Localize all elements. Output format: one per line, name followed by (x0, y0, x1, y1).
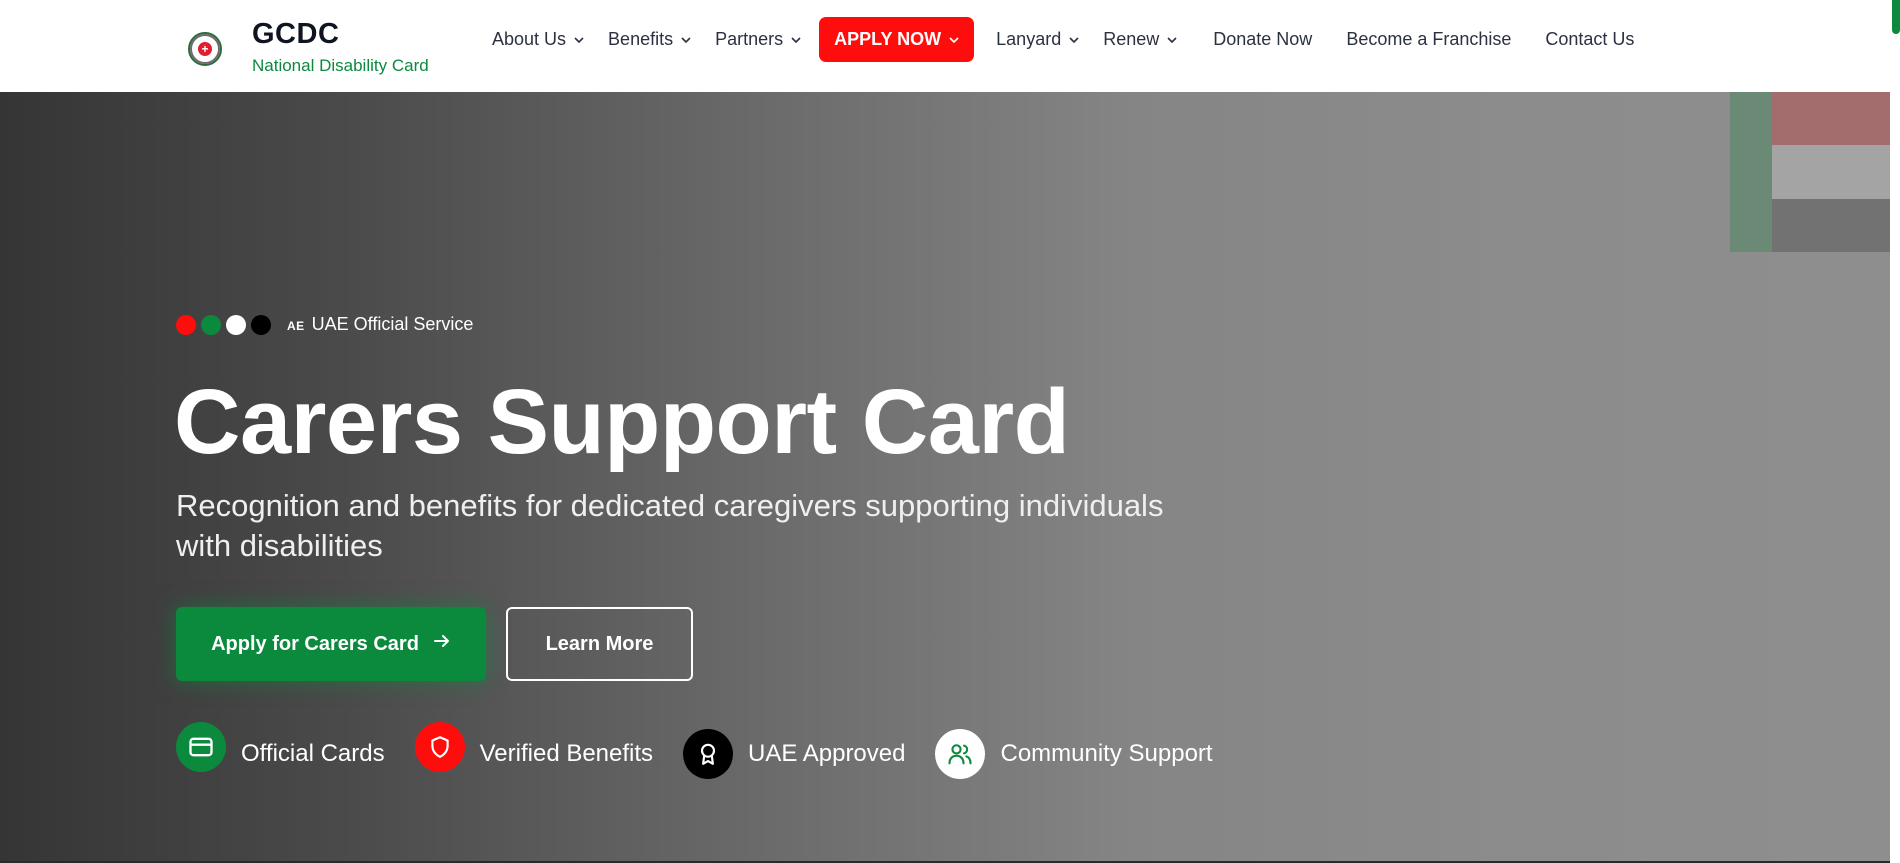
feature-label: Verified Benefits (479, 740, 654, 767)
hero-section: AE UAE Official Service Carers Support C… (0, 92, 1890, 863)
arrow-right-icon (433, 632, 451, 656)
uae-flag-code: AE (287, 319, 305, 333)
nav-become-a-franchise-label: Become a Franchise (1346, 29, 1512, 49)
flag-stripe-black (1772, 199, 1890, 252)
nav-about-us-label: About Us (492, 29, 567, 49)
flag-dot-white (226, 314, 246, 335)
nav-renew[interactable]: Renew (1091, 17, 1189, 62)
hero-title: Carers Support Card (174, 371, 1070, 473)
brand[interactable]: + GCDC National Disability Card (188, 18, 429, 76)
award-icon (683, 729, 734, 779)
users-icon (935, 729, 986, 779)
official-service-text: AE UAE Official Service (287, 314, 473, 335)
nav-renew-label: Renew (1103, 29, 1160, 49)
feature-official-cards: Official Cards (176, 722, 385, 772)
nav-become-a-franchise[interactable]: Become a Franchise (1334, 17, 1523, 62)
main-nav: About Us Benefits Partners APPLY NOW Lan… (480, 17, 1646, 62)
nav-apply-now-label: APPLY NOW (834, 29, 942, 49)
feature-verified-benefits: Verified Benefits (414, 722, 654, 772)
learn-more-button[interactable]: Learn More (506, 607, 693, 681)
apply-for-carers-card-button[interactable]: Apply for Carers Card (176, 607, 486, 681)
nav-partners-label: Partners (715, 29, 784, 49)
learn-more-label: Learn More (545, 632, 654, 655)
hero-subtitle: Recognition and benefits for dedicated c… (176, 488, 1164, 563)
feature-label: Official Cards (241, 740, 385, 767)
chevron-down-icon (1069, 35, 1079, 45)
scrollbar-thumb[interactable] (1892, 0, 1900, 34)
nav-benefits[interactable]: Benefits (596, 17, 703, 62)
nav-donate-now-label: Donate Now (1213, 29, 1313, 49)
chevron-down-icon (791, 35, 801, 45)
brand-title: GCDC (252, 18, 340, 50)
brand-text: GCDC National Disability Card (252, 18, 429, 76)
flag-stripe-red (1772, 92, 1890, 145)
chevron-down-icon (681, 35, 691, 45)
apply-button-label: Apply for Carers Card (211, 632, 419, 655)
feature-community-support: Community Support (935, 729, 1213, 779)
official-service-label: UAE Official Service (311, 314, 474, 334)
chevron-down-icon (949, 35, 959, 45)
chevron-down-icon (574, 35, 584, 45)
flag-stripe-white (1772, 145, 1890, 199)
chevron-down-icon (1167, 35, 1177, 45)
flag-stripe-green (1730, 92, 1772, 252)
nav-contact-us-label: Contact Us (1545, 29, 1635, 49)
feature-label: Community Support (1000, 740, 1213, 767)
page: + GCDC National Disability Card About Us… (0, 0, 1900, 863)
flag-dot-red (176, 314, 196, 335)
official-service-badge: AE UAE Official Service (176, 314, 473, 335)
flag-dot-green (201, 314, 221, 335)
flag-dot-black (251, 314, 271, 335)
nav-partners[interactable]: Partners (703, 17, 813, 62)
nav-lanyard-label: Lanyard (996, 29, 1062, 49)
scrollbar-track[interactable] (1890, 0, 1900, 863)
feature-list: Official Cards Verified Benefits UAE App… (176, 722, 1243, 779)
nav-about-us[interactable]: About Us (480, 17, 596, 62)
nav-donate-now[interactable]: Donate Now (1201, 17, 1324, 62)
nav-lanyard[interactable]: Lanyard (984, 17, 1091, 62)
credit-card-icon (176, 722, 226, 772)
shield-icon (414, 722, 465, 772)
nav-benefits-label: Benefits (608, 29, 674, 49)
nav-contact-us[interactable]: Contact Us (1533, 17, 1646, 62)
gcdc-emblem-icon: + (188, 32, 222, 66)
site-header: + GCDC National Disability Card About Us… (0, 0, 1890, 92)
feature-label: UAE Approved (748, 740, 906, 767)
nav-apply-now[interactable]: APPLY NOW (819, 17, 975, 62)
feature-uae-approved: UAE Approved (683, 729, 905, 779)
brand-subtitle: National Disability Card (252, 56, 429, 75)
